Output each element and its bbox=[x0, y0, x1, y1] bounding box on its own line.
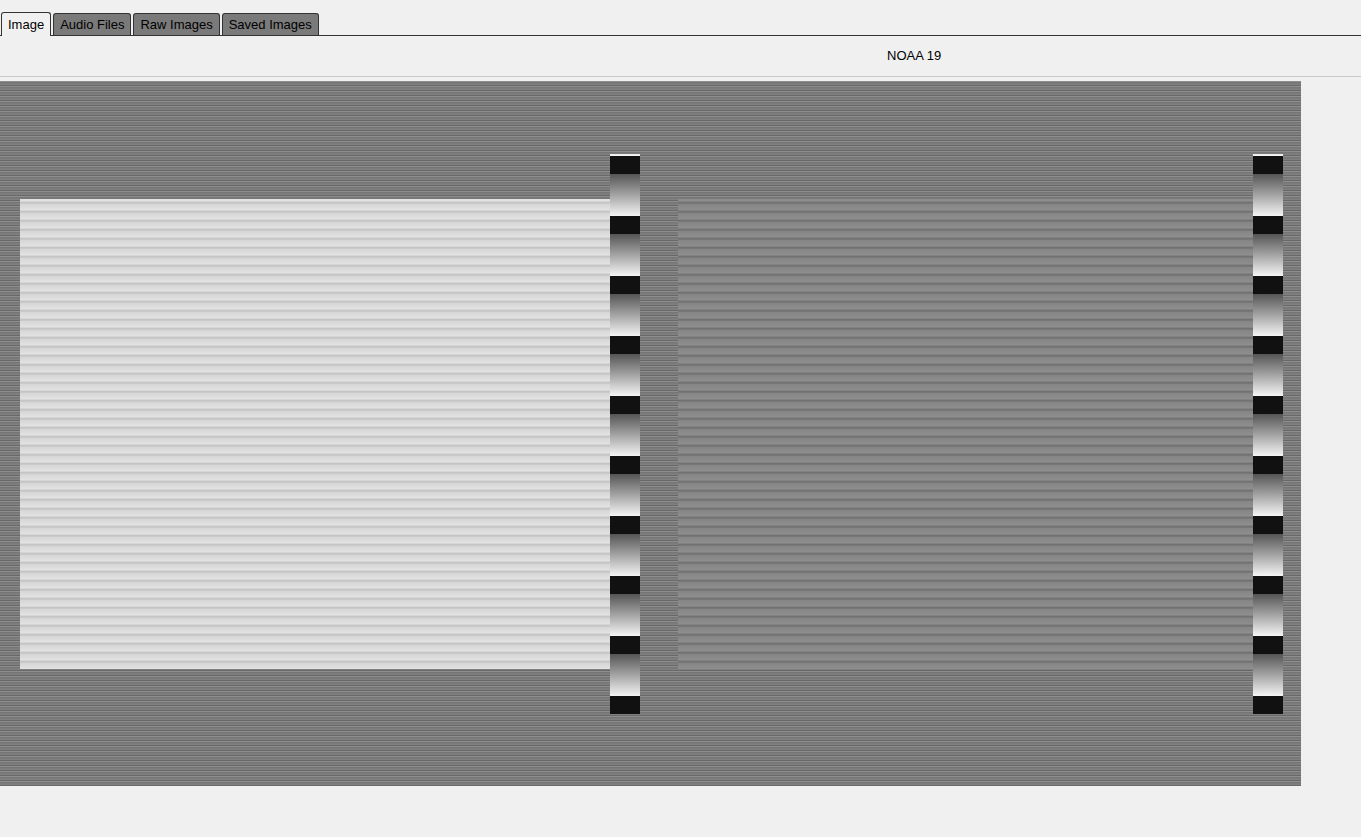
image-channel-b bbox=[678, 199, 1253, 669]
tab-bar: Image Audio Files Raw Images Saved Images bbox=[0, 0, 1361, 36]
tab[interactable]: Image bbox=[1, 12, 51, 36]
tab-label: Image bbox=[8, 15, 44, 35]
telemetry-strip-a bbox=[610, 154, 640, 714]
telemetry-strip-b bbox=[1253, 154, 1283, 714]
satellite-title: NOAA 19 bbox=[887, 46, 941, 66]
tab[interactable]: Audio Files bbox=[53, 13, 131, 35]
image-channel-a bbox=[20, 199, 610, 669]
tab[interactable]: Saved Images bbox=[222, 13, 319, 35]
header-bar: NOAA 19 bbox=[0, 36, 1361, 77]
tab[interactable]: Raw Images bbox=[133, 13, 219, 35]
tab-label: Saved Images bbox=[229, 15, 312, 35]
tab-label: Raw Images bbox=[140, 15, 212, 35]
satellite-image bbox=[0, 81, 1301, 786]
tab-label: Audio Files bbox=[60, 15, 124, 35]
